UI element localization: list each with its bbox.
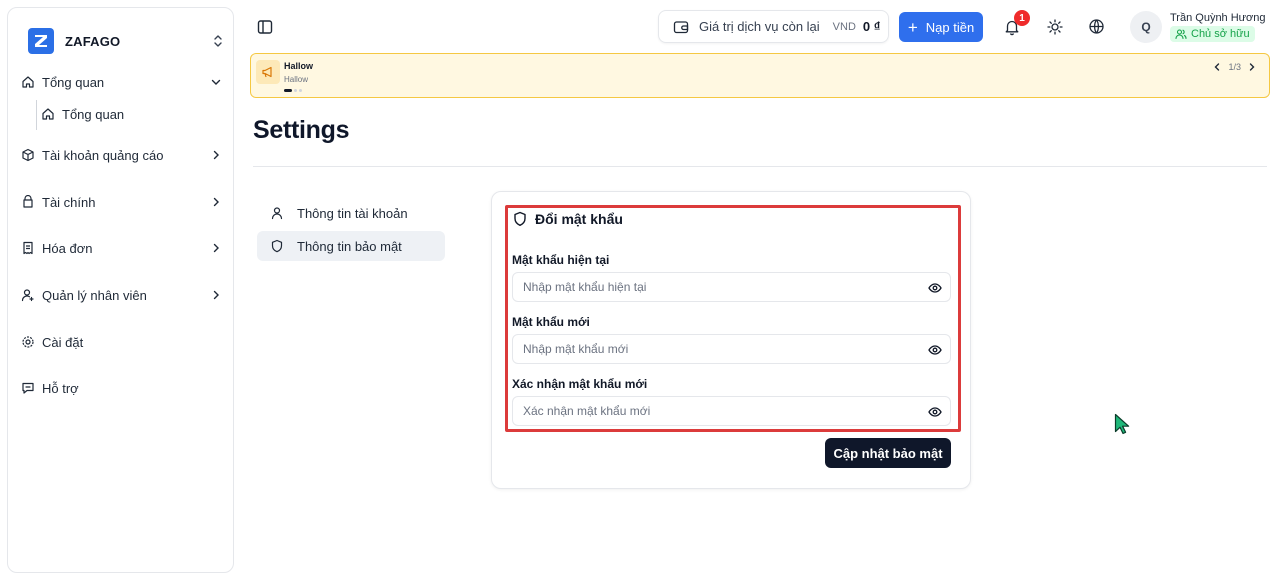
topup-label: Nạp tiền bbox=[925, 19, 975, 35]
current-password-label: Mật khẩu hiện tại bbox=[512, 253, 610, 267]
sidebar-item-label: Cài đặt bbox=[42, 334, 84, 350]
sidebar-item-overview[interactable]: Tổng quan bbox=[21, 70, 223, 94]
role-label: Chủ sở hữu bbox=[1191, 28, 1250, 40]
sidebar: ZAFAGO Tổng quan Tổng quan Tài khoản quả… bbox=[7, 7, 234, 573]
topup-button[interactable]: + Nạp tiền bbox=[899, 12, 983, 42]
sidebar-item-settings[interactable]: Cài đặt bbox=[21, 330, 223, 354]
tab-security-info[interactable]: Thông tin bảo mật bbox=[257, 231, 445, 261]
wallet-icon bbox=[673, 19, 689, 35]
balance-label: Giá trị dịch vụ còn lại bbox=[699, 19, 820, 34]
notification-badge: 1 bbox=[1014, 10, 1030, 26]
users-icon bbox=[1175, 28, 1187, 40]
tab-account-info[interactable]: Thông tin tài khoản bbox=[257, 198, 445, 228]
brand-name: ZAFAGO bbox=[65, 33, 121, 49]
chevron-left-icon[interactable] bbox=[1212, 62, 1222, 72]
sidebar-item-finance[interactable]: Tài chính bbox=[21, 190, 223, 214]
new-password-field[interactable] bbox=[512, 334, 951, 364]
announcement-title: Hallow bbox=[284, 61, 314, 71]
chevron-right-icon bbox=[213, 197, 219, 207]
avatar[interactable]: Q bbox=[1130, 11, 1162, 43]
sidebar-item-label: Tài chính bbox=[42, 194, 96, 210]
new-password-label: Mật khẩu mới bbox=[512, 315, 590, 329]
sidebar-item-label: Tài khoản quảng cáo bbox=[42, 147, 164, 163]
gear-icon bbox=[21, 335, 35, 349]
confirm-password-input[interactable] bbox=[523, 404, 903, 418]
brand-logo bbox=[28, 28, 54, 54]
sidebar-subitem-overview[interactable]: Tổng quan bbox=[41, 101, 221, 127]
chevron-right-icon[interactable] bbox=[1247, 62, 1257, 72]
plus-icon: + bbox=[907, 17, 918, 37]
chevron-right-icon bbox=[213, 243, 219, 253]
brand-switcher[interactable]: ZAFAGO bbox=[26, 22, 231, 60]
submenu-line bbox=[36, 100, 37, 130]
title-divider bbox=[253, 166, 1267, 167]
chevron-right-icon bbox=[213, 290, 219, 300]
home-icon bbox=[21, 75, 35, 89]
mouse-cursor-icon bbox=[1114, 413, 1130, 435]
update-security-button[interactable]: Cập nhật bảo mật bbox=[825, 438, 951, 468]
sidebar-item-label: Quản lý nhân viên bbox=[42, 287, 147, 303]
slide-dot[interactable] bbox=[299, 89, 302, 92]
eye-icon[interactable] bbox=[928, 281, 942, 295]
confirm-password-label: Xác nhận mật khẩu mới bbox=[512, 377, 648, 391]
section-title-text: Đổi mật khẩu bbox=[535, 211, 623, 227]
toggle-sidebar-button[interactable] bbox=[255, 17, 275, 37]
shield-icon bbox=[270, 239, 284, 253]
slide-dot[interactable] bbox=[284, 89, 292, 92]
home-icon bbox=[41, 107, 55, 121]
sun-icon[interactable] bbox=[1047, 19, 1063, 35]
sidebar-item-label: Hỗ trợ bbox=[42, 380, 79, 396]
shield-icon bbox=[512, 211, 528, 227]
sidebar-item-label: Tổng quan bbox=[42, 74, 105, 90]
chevron-down-icon bbox=[211, 79, 221, 85]
section-title: Đổi mật khẩu bbox=[512, 211, 623, 227]
user-cog-icon bbox=[21, 288, 35, 302]
chevron-up-down-icon[interactable] bbox=[211, 32, 225, 50]
globe-icon[interactable] bbox=[1088, 18, 1105, 35]
eye-icon[interactable] bbox=[928, 343, 942, 357]
sidebar-item-label: Hóa đơn bbox=[42, 240, 93, 256]
sidebar-item-ad-accounts[interactable]: Tài khoản quảng cáo bbox=[21, 143, 223, 167]
new-password-input[interactable] bbox=[523, 342, 903, 356]
sidebar-panel-icon bbox=[257, 20, 273, 34]
eye-icon[interactable] bbox=[928, 405, 942, 419]
wallet-icon bbox=[21, 195, 35, 209]
current-password-field[interactable] bbox=[512, 272, 951, 302]
service-balance: Giá trị dịch vụ còn lại VND 0 ₫ bbox=[658, 10, 889, 43]
user-icon bbox=[270, 206, 284, 220]
announcement-banner: Hallow Hallow 1/3 bbox=[250, 53, 1270, 98]
chevron-right-icon bbox=[213, 150, 219, 160]
receipt-icon bbox=[21, 241, 35, 255]
confirm-password-field[interactable] bbox=[512, 396, 951, 426]
tab-label: Thông tin tài khoản bbox=[297, 205, 408, 221]
tab-label: Thông tin bảo mật bbox=[297, 238, 402, 254]
slide-dot[interactable] bbox=[294, 89, 297, 92]
sidebar-item-support[interactable]: Hỗ trợ bbox=[21, 376, 223, 400]
announcement-subtitle: Hallow bbox=[284, 75, 309, 84]
role-badge: Chủ sở hữu bbox=[1170, 26, 1255, 42]
currency-label: VND bbox=[832, 20, 856, 33]
announcement-dots bbox=[284, 89, 302, 92]
user-name: Trần Quỳnh Hương bbox=[1170, 12, 1266, 24]
announcement-pager: 1/3 bbox=[1212, 62, 1257, 72]
cube-icon bbox=[21, 148, 35, 162]
sidebar-item-staff[interactable]: Quản lý nhân viên bbox=[21, 283, 223, 307]
sidebar-item-invoices[interactable]: Hóa đơn bbox=[21, 236, 223, 260]
sidebar-subitem-label: Tổng quan bbox=[62, 106, 125, 122]
current-password-input[interactable] bbox=[523, 280, 903, 294]
megaphone-icon bbox=[256, 60, 280, 84]
chat-icon bbox=[21, 381, 35, 395]
pager-count: 1/3 bbox=[1228, 62, 1241, 72]
balance-amount: 0 ₫ bbox=[862, 19, 881, 34]
page-title: Settings bbox=[253, 116, 350, 144]
